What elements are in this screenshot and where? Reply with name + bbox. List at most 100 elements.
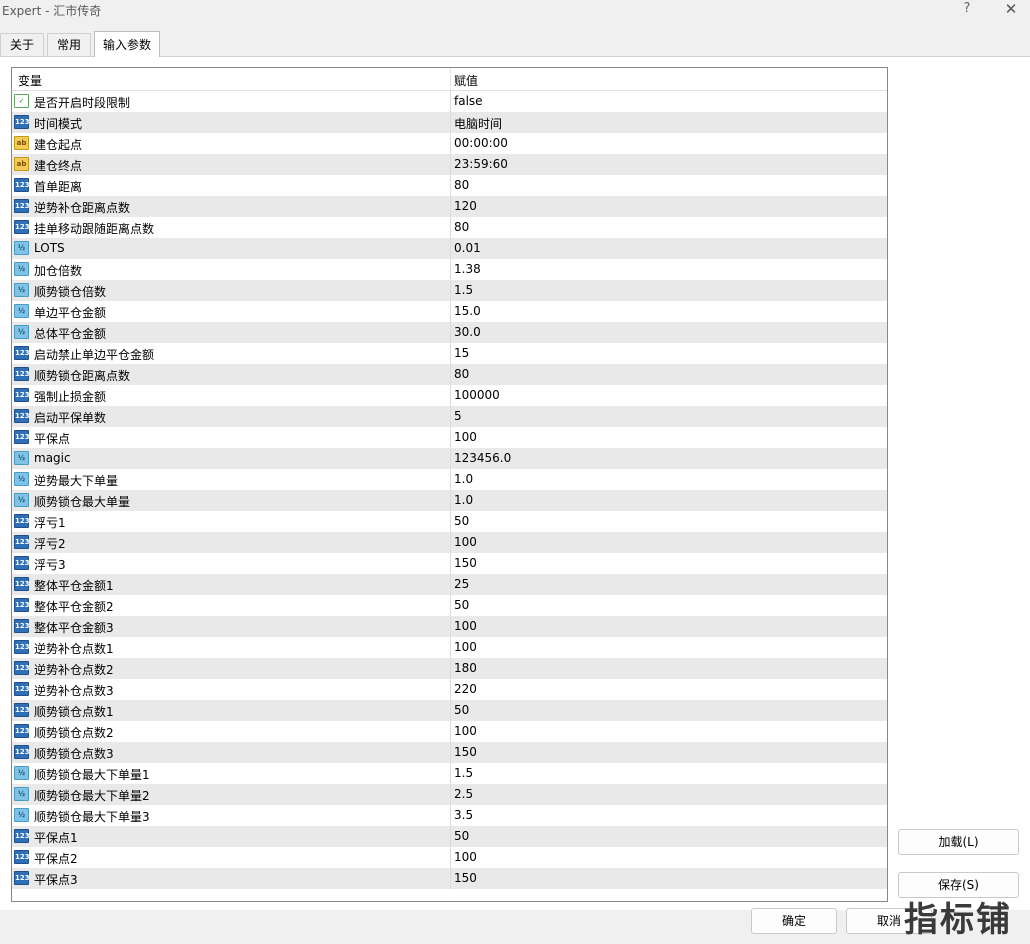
parameter-name: 逆势补仓点数3 xyxy=(34,684,114,698)
table-row[interactable]: ½ LOTS 0.01 xyxy=(12,238,887,259)
parameter-name: 顺势锁仓最大下单量1 xyxy=(34,768,150,782)
ok-button[interactable]: 确定 xyxy=(751,908,837,934)
parameter-value[interactable]: 25 xyxy=(454,577,469,591)
table-row[interactable]: 123 顺势锁仓点数2 100 xyxy=(12,721,887,742)
parameter-value[interactable]: 100 xyxy=(454,724,477,738)
table-row[interactable]: ½ 顺势锁仓最大下单量3 3.5 xyxy=(12,805,887,826)
parameter-value[interactable]: 50 xyxy=(454,598,469,612)
column-header-value[interactable]: 赋值 xyxy=(454,72,478,89)
table-row[interactable]: 123 平保点 100 xyxy=(12,427,887,448)
parameter-value[interactable]: 150 xyxy=(454,871,477,885)
tab-about[interactable]: 关于 xyxy=(0,33,44,56)
table-row[interactable]: 123 强制止损金额 100000 xyxy=(12,385,887,406)
parameter-value[interactable]: 电脑时间 xyxy=(454,115,502,132)
table-row[interactable]: 123 顺势锁仓点数1 50 xyxy=(12,700,887,721)
parameter-value[interactable]: 15.0 xyxy=(454,304,481,318)
table-row[interactable]: 123 逆势补仓点数3 220 xyxy=(12,679,887,700)
table-row[interactable]: 123 整体平仓金额3 100 xyxy=(12,616,887,637)
column-header-variable[interactable]: 变量 xyxy=(18,72,42,89)
parameter-value[interactable]: 100 xyxy=(454,619,477,633)
table-row[interactable]: 123 顺势锁仓点数3 150 xyxy=(12,742,887,763)
parameter-value[interactable]: 3.5 xyxy=(454,808,473,822)
parameter-value[interactable]: 5 xyxy=(454,409,462,423)
cell-divider xyxy=(450,217,451,238)
parameter-name: 启动平保单数 xyxy=(34,411,107,425)
column-divider[interactable] xyxy=(450,68,451,90)
parameter-value[interactable]: 23:59:60 xyxy=(454,157,508,171)
table-row[interactable]: 123 整体平仓金额2 50 xyxy=(12,595,887,616)
cell-divider xyxy=(450,196,451,217)
parameter-value[interactable]: 1.0 xyxy=(454,472,473,486)
parameter-value[interactable]: 00:00:00 xyxy=(454,136,508,150)
parameter-value[interactable]: 80 xyxy=(454,178,469,192)
table-row[interactable]: 123 浮亏1 50 xyxy=(12,511,887,532)
parameter-value[interactable]: 100000 xyxy=(454,388,500,402)
table-row[interactable]: 123 首单距离 80 xyxy=(12,175,887,196)
parameter-value[interactable]: 1.5 xyxy=(454,283,473,297)
parameter-value[interactable]: 100 xyxy=(454,430,477,444)
table-row[interactable]: 123 启动禁止单边平仓金额 15 xyxy=(12,343,887,364)
double-icon: ½ xyxy=(14,472,29,486)
table-row[interactable]: ½ 总体平仓金额 30.0 xyxy=(12,322,887,343)
table-row[interactable]: ½ 逆势最大下单量 1.0 xyxy=(12,469,887,490)
tab-inputs[interactable]: 输入参数 xyxy=(94,31,160,57)
parameter-value[interactable]: 150 xyxy=(454,745,477,759)
tab-common[interactable]: 常用 xyxy=(47,33,91,56)
table-row[interactable]: ½ magic 123456.0 xyxy=(12,448,887,469)
parameter-value[interactable]: 50 xyxy=(454,829,469,843)
parameter-value[interactable]: 220 xyxy=(454,682,477,696)
parameter-value[interactable]: 123456.0 xyxy=(454,451,511,465)
parameter-value[interactable]: 1.5 xyxy=(454,766,473,780)
help-icon[interactable]: ? xyxy=(958,0,976,18)
parameter-value[interactable]: false xyxy=(454,94,483,108)
table-row[interactable]: 123 逆势补仓点数2 180 xyxy=(12,658,887,679)
parameter-value[interactable]: 180 xyxy=(454,661,477,675)
parameter-value[interactable]: 1.0 xyxy=(454,493,473,507)
table-row[interactable]: ✓ 是否开启时段限制 false xyxy=(12,91,887,112)
table-row[interactable]: ab 建仓起点 00:00:00 xyxy=(12,133,887,154)
int-icon: 123 xyxy=(14,346,30,360)
table-row[interactable]: 123 启动平保单数 5 xyxy=(12,406,887,427)
parameter-name: 时间模式 xyxy=(34,117,83,131)
table-row[interactable]: 123 逆势补仓点数1 100 xyxy=(12,637,887,658)
parameter-value[interactable]: 15 xyxy=(454,346,469,360)
parameter-name: 挂单移动跟随距离点数 xyxy=(34,222,155,236)
parameter-value[interactable]: 150 xyxy=(454,556,477,570)
table-row[interactable]: ab 建仓终点 23:59:60 xyxy=(12,154,887,175)
parameter-value[interactable]: 100 xyxy=(454,850,477,864)
parameter-value[interactable]: 50 xyxy=(454,703,469,717)
table-row[interactable]: ½ 顺势锁仓最大下单量1 1.5 xyxy=(12,763,887,784)
parameter-value[interactable]: 120 xyxy=(454,199,477,213)
parameters-grid[interactable]: 变量 赋值 ✓ 是否开启时段限制 false 123 时间模式 电脑时间 ab 建仓起点 00:… xyxy=(11,67,888,902)
parameter-name: 浮亏1 xyxy=(34,516,66,530)
parameter-value[interactable]: 80 xyxy=(454,220,469,234)
table-row[interactable]: 123 整体平仓金额1 25 xyxy=(12,574,887,595)
close-icon[interactable]: ✕ xyxy=(1000,0,1022,19)
table-row[interactable]: ½ 顺势锁仓最大单量 1.0 xyxy=(12,490,887,511)
parameter-value[interactable]: 2.5 xyxy=(454,787,473,801)
table-row[interactable]: ½ 加仓倍数 1.38 xyxy=(12,259,887,280)
parameter-value[interactable]: 100 xyxy=(454,535,477,549)
table-row[interactable]: ½ 单边平仓金额 15.0 xyxy=(12,301,887,322)
table-row[interactable]: 123 平保点1 50 xyxy=(12,826,887,847)
table-row[interactable]: 123 平保点3 150 xyxy=(12,868,887,889)
table-row[interactable]: 123 平保点2 100 xyxy=(12,847,887,868)
save-button[interactable]: 保存(S) xyxy=(898,872,1019,898)
parameter-value[interactable]: 1.38 xyxy=(454,262,481,276)
table-row[interactable]: 123 挂单移动跟随距离点数 80 xyxy=(12,217,887,238)
parameter-value[interactable]: 80 xyxy=(454,367,469,381)
parameter-name: 启动禁止单边平仓金额 xyxy=(34,348,155,362)
cell-divider xyxy=(450,406,451,427)
table-row[interactable]: 123 浮亏2 100 xyxy=(12,532,887,553)
parameter-value[interactable]: 100 xyxy=(454,640,477,654)
table-row[interactable]: 123 顺势锁仓距离点数 80 xyxy=(12,364,887,385)
parameter-value[interactable]: 30.0 xyxy=(454,325,481,339)
table-row[interactable]: ½ 顺势锁仓倍数 1.5 xyxy=(12,280,887,301)
table-row[interactable]: 123 逆势补仓距离点数 120 xyxy=(12,196,887,217)
table-row[interactable]: 123 时间模式 电脑时间 xyxy=(12,112,887,133)
table-row[interactable]: ½ 顺势锁仓最大下单量2 2.5 xyxy=(12,784,887,805)
parameter-value[interactable]: 50 xyxy=(454,514,469,528)
table-row[interactable]: 123 浮亏3 150 xyxy=(12,553,887,574)
parameter-value[interactable]: 0.01 xyxy=(454,241,481,255)
load-button[interactable]: 加载(L) xyxy=(898,829,1019,855)
